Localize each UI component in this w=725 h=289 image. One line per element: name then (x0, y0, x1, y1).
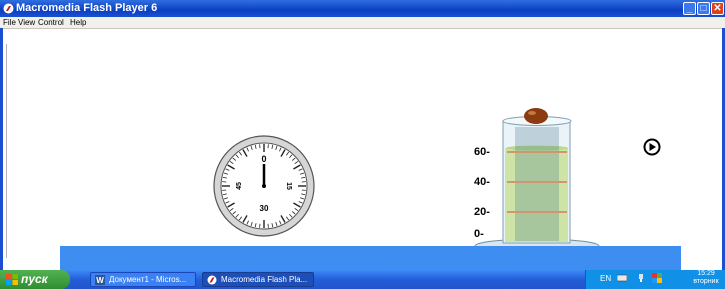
language-indicator[interactable]: EN (600, 272, 611, 285)
start-label: пуск (21, 272, 48, 286)
clock[interactable]: 15:29 вторник (688, 270, 724, 286)
flash-player-icon (207, 275, 217, 285)
scale-label-0: 0- (474, 228, 484, 240)
taskbar-item-word[interactable]: W Документ1 - Micros... (90, 272, 196, 287)
svg-text:W: W (96, 276, 104, 285)
scale-label-40: 40- (474, 176, 490, 188)
ball-icon[interactable] (524, 108, 548, 124)
scale-label-60: 60- (474, 146, 490, 158)
network-icon[interactable] (636, 273, 646, 283)
play-icon[interactable] (643, 138, 661, 156)
flash-stage: 0 15 30 45 60- 40- 20- 0- (213, 108, 661, 254)
scale-label-20: 20- (474, 206, 490, 218)
dial-label-45: 45 (236, 182, 243, 190)
stopwatch-pivot (262, 184, 266, 188)
dial-label-15: 15 (285, 182, 292, 190)
shield-icon[interactable] (652, 273, 662, 283)
water-surface (60, 246, 681, 270)
dial-label-0: 0 (261, 154, 266, 164)
word-icon: W (95, 275, 105, 285)
taskbar-item-label: Macromedia Flash Pla... (221, 275, 308, 284)
stopwatch[interactable]: 0 15 30 45 (213, 135, 315, 237)
dial-label-30: 30 (260, 204, 269, 213)
taskbar: пуск W Документ1 - Micros... Macromedia … (0, 270, 725, 289)
clock-time: 15:29 (697, 270, 715, 277)
taskbar-item-flash[interactable]: Macromedia Flash Pla... (202, 272, 314, 287)
windows-logo-icon (6, 274, 18, 285)
clock-day: вторник (693, 278, 719, 285)
graduated-cylinder (474, 116, 600, 254)
taskbar-item-label: Документ1 - Micros... (109, 275, 187, 284)
start-button[interactable]: пуск (0, 270, 70, 289)
keyboard-icon[interactable] (617, 273, 627, 283)
